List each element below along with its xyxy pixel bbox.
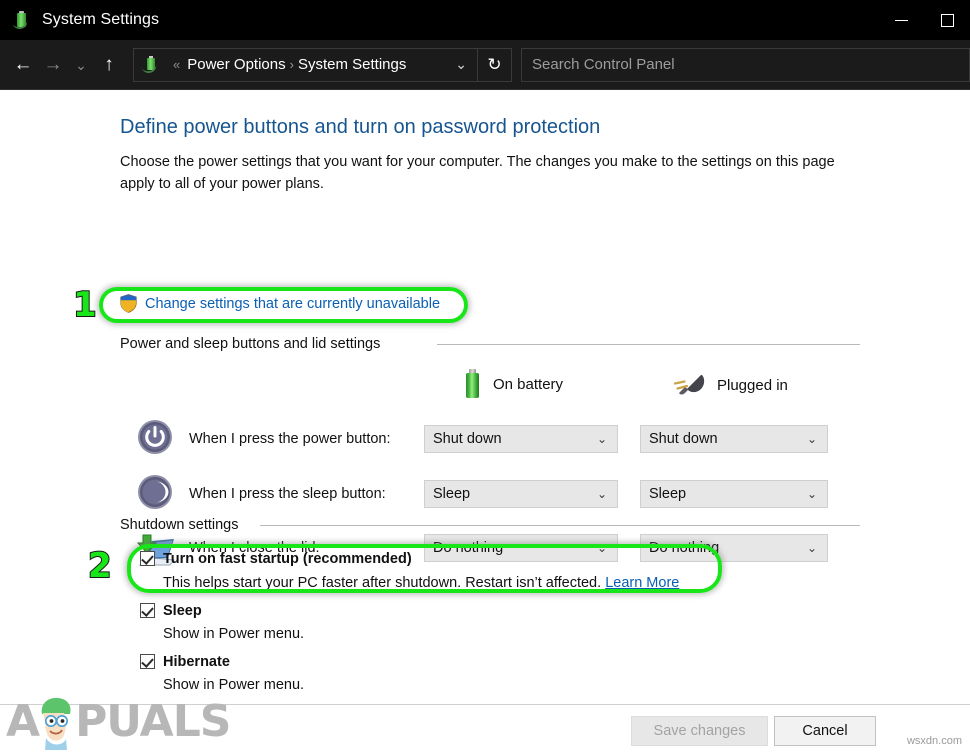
power-plug-icon xyxy=(672,372,706,398)
breadcrumb-overflow[interactable]: « xyxy=(173,57,180,72)
shutdown-group-label: Shutdown settings xyxy=(120,517,247,533)
chevron-down-icon: ⌄ xyxy=(597,541,617,555)
dropdown-value: Shut down xyxy=(425,431,502,447)
checkbox-fast-startup[interactable] xyxy=(140,551,155,566)
dropdown-value: Sleep xyxy=(641,486,686,502)
window-title: System Settings xyxy=(42,11,159,29)
address-bar: ← → ⌄ ↑ « Power Options › System Setting… xyxy=(0,40,970,90)
recent-locations-button[interactable]: ⌄ xyxy=(68,48,94,82)
save-changes-button[interactable]: Save changes xyxy=(631,716,768,746)
column-header-on-battery: On battery xyxy=(464,369,563,399)
checkbox-label-hibernate: Hibernate xyxy=(163,654,230,670)
window-title-bar: System Settings xyxy=(0,0,970,40)
battery-icon xyxy=(464,369,481,399)
maximize-icon xyxy=(941,14,954,27)
refresh-button[interactable]: ↻ xyxy=(478,48,512,82)
search-placeholder: Search Control Panel xyxy=(522,56,675,73)
checkbox-hibernate[interactable] xyxy=(140,654,155,669)
shutdown-group-rule xyxy=(260,525,860,526)
sleep-description: Show in Power menu. xyxy=(163,626,304,642)
dropdown-close-lid-on-battery[interactable]: Do nothing ⌄ xyxy=(424,534,618,562)
up-button[interactable]: ↑ xyxy=(94,48,124,82)
row-label-power-button: When I press the power button: xyxy=(189,431,391,447)
hibernate-checkbox[interactable]: Hibernate xyxy=(140,654,230,670)
back-button[interactable]: ← xyxy=(8,48,38,82)
chevron-down-icon: ⌄ xyxy=(597,432,617,446)
breadcrumb-item-power-options[interactable]: Power Options xyxy=(187,56,285,73)
power-options-icon xyxy=(12,10,32,30)
dropdown-power-button-plugged-in[interactable]: Shut down ⌄ xyxy=(640,425,828,453)
change-settings-link[interactable]: Change settings that are currently unava… xyxy=(145,296,440,312)
minimize-icon xyxy=(895,20,908,21)
window-controls xyxy=(878,0,970,40)
row-label-sleep-button: When I press the sleep button: xyxy=(189,486,386,502)
cancel-button[interactable]: Cancel xyxy=(774,716,876,746)
dropdown-close-lid-plugged-in[interactable]: Do nothing ⌄ xyxy=(640,534,828,562)
page-content: Define power buttons and turn on passwor… xyxy=(0,91,970,755)
dropdown-value: Shut down xyxy=(641,431,718,447)
column-header-plugged-in: Plugged in xyxy=(672,372,788,398)
search-input[interactable]: Search Control Panel xyxy=(521,48,970,82)
admin-link-row[interactable]: Change settings that are currently unava… xyxy=(120,294,440,313)
breadcrumb-dropdown-icon[interactable]: ⌄ xyxy=(445,56,477,73)
power-button-icon xyxy=(137,419,173,460)
breadcrumb-item-system-settings[interactable]: System Settings xyxy=(298,56,406,73)
minimize-button[interactable] xyxy=(878,0,924,40)
checkbox-label-sleep: Sleep xyxy=(163,603,202,619)
appuals-watermark: A PUALS xyxy=(6,694,230,750)
hibernate-description: Show in Power menu. xyxy=(163,677,304,693)
fast-startup-description-text: This helps start your PC faster after sh… xyxy=(163,575,605,591)
annotation-number-2: 2 xyxy=(88,549,112,583)
chevron-down-icon: ⌄ xyxy=(807,487,827,501)
dropdown-value: Do nothing xyxy=(425,540,503,556)
appuals-mascot-icon xyxy=(33,694,79,750)
system-settings-window: System Settings ← → ⌄ ↑ « Power Options … xyxy=(0,0,970,755)
dropdown-value: Sleep xyxy=(425,486,470,502)
dropdown-sleep-button-on-battery[interactable]: Sleep ⌄ xyxy=(424,480,618,508)
power-group-label: Power and sleep buttons and lid settings xyxy=(120,336,388,352)
dropdown-sleep-button-plugged-in[interactable]: Sleep ⌄ xyxy=(640,480,828,508)
maximize-button[interactable] xyxy=(924,0,970,40)
sleep-checkbox[interactable]: Sleep xyxy=(140,603,202,619)
checkbox-sleep[interactable] xyxy=(140,603,155,618)
column-label-plugged-in: Plugged in xyxy=(717,377,788,394)
breadcrumb-power-options-icon xyxy=(142,56,160,74)
annotation-number-1: 1 xyxy=(73,288,97,322)
appuals-brand-rest: PUALS xyxy=(75,700,230,744)
source-watermark: wsxdn.com xyxy=(907,735,962,747)
page-intro: Choose the power settings that you want … xyxy=(120,151,850,195)
forward-button[interactable]: → xyxy=(38,48,68,82)
uac-shield-icon xyxy=(120,294,137,313)
column-label-on-battery: On battery xyxy=(493,376,563,393)
chevron-down-icon: ⌄ xyxy=(807,432,827,446)
checkbox-label-fast-startup: Turn on fast startup (recommended) xyxy=(163,551,412,567)
dropdown-value: Do nothing xyxy=(641,540,719,556)
breadcrumb-separator-icon: › xyxy=(290,57,294,72)
fast-startup-checkbox[interactable]: Turn on fast startup (recommended) xyxy=(140,551,412,567)
sleep-button-icon xyxy=(137,474,173,515)
dropdown-power-button-on-battery[interactable]: Shut down ⌄ xyxy=(424,425,618,453)
breadcrumb[interactable]: « Power Options › System Settings ⌄ xyxy=(133,48,478,82)
fast-startup-description: This helps start your PC faster after sh… xyxy=(163,575,679,591)
chevron-down-icon: ⌄ xyxy=(597,487,617,501)
page-title: Define power buttons and turn on passwor… xyxy=(120,116,600,139)
power-group-rule xyxy=(437,344,860,345)
chevron-down-icon: ⌄ xyxy=(807,541,827,555)
learn-more-link[interactable]: Learn More xyxy=(605,575,679,591)
